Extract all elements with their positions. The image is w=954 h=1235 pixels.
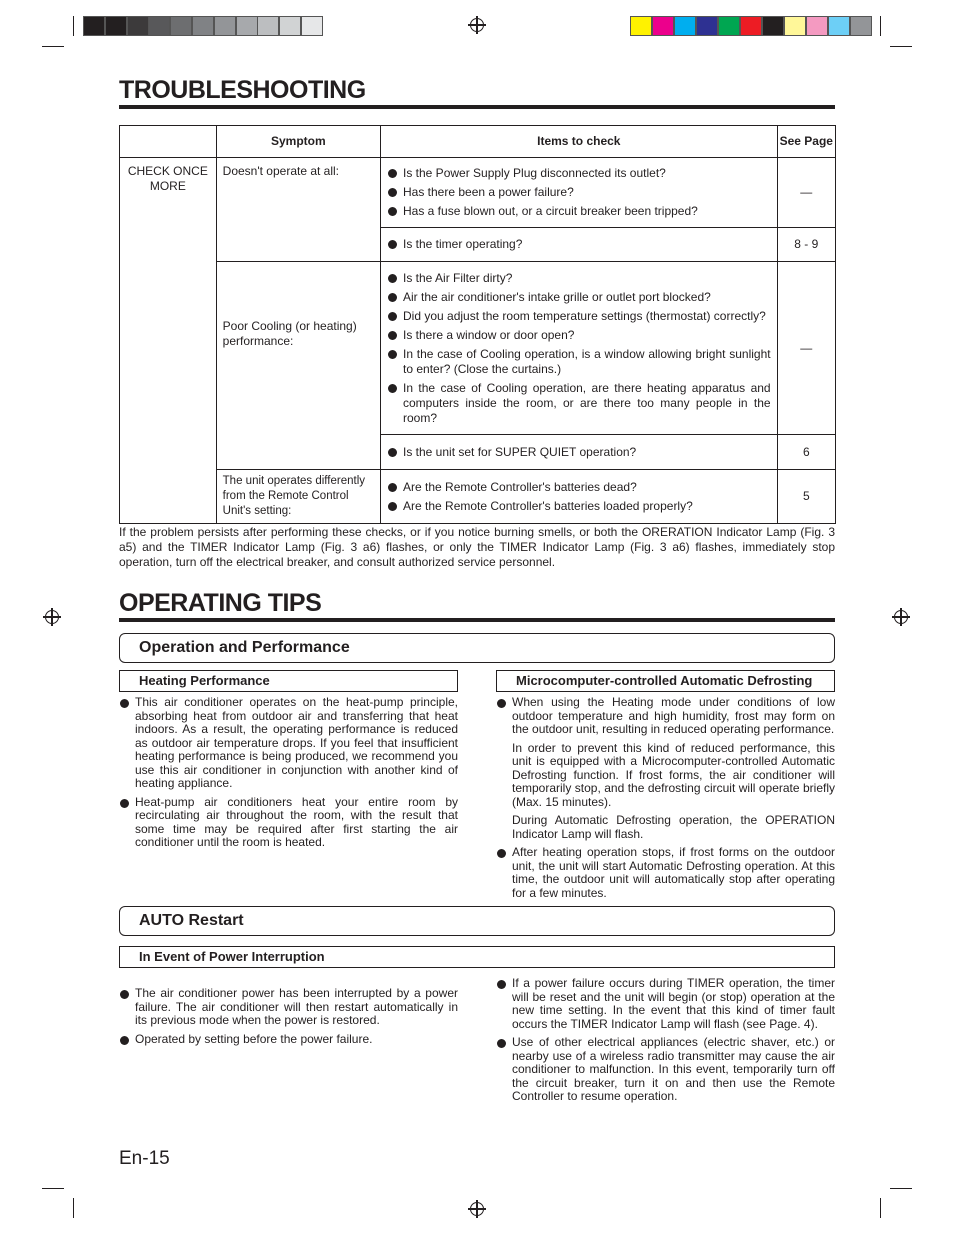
symptom-cell: Poor Cooling (or heating) performance: xyxy=(215,261,382,470)
gray-swatch xyxy=(192,16,214,36)
registration-mark-icon xyxy=(468,1200,486,1218)
table-row: The unit operates differently from the R… xyxy=(120,469,837,524)
check-item: In the case of Cooling operation, are th… xyxy=(387,381,771,426)
check-item: Are the Remote Controller's batteries de… xyxy=(387,480,771,495)
crop-mark xyxy=(42,1188,64,1189)
items-cell: Is the Power Supply Plug disconnected it… xyxy=(380,157,778,228)
list-item: Use of other electrical appliances (elec… xyxy=(496,1035,835,1104)
see-page-cell: — xyxy=(776,261,837,435)
section-auto-restart: AUTO Restart xyxy=(119,906,835,936)
list-item: The air conditioner power has been inter… xyxy=(119,986,458,1028)
color-swatch xyxy=(696,16,718,36)
paragraph: In order to prevent this kind of reduced… xyxy=(512,740,835,809)
crop-mark xyxy=(42,46,64,47)
crop-mark xyxy=(890,46,912,47)
gray-swatch xyxy=(213,16,236,36)
crop-mark xyxy=(880,1198,881,1218)
list-item: Operated by setting before the power fai… xyxy=(119,1032,458,1047)
section-operation-performance: Operation and Performance xyxy=(119,633,835,663)
color-swatch xyxy=(762,16,784,36)
troubleshooting-note: If the problem persists after performing… xyxy=(119,525,835,569)
color-swatch xyxy=(806,16,828,36)
registration-mark-icon xyxy=(43,608,61,626)
items-cell: Are the Remote Controller's batteries de… xyxy=(380,469,778,524)
gray-swatch xyxy=(235,16,258,36)
operating-tips-title: OPERATING TIPS xyxy=(119,588,835,622)
list-item: If a power failure occurs during TIMER o… xyxy=(496,976,835,1031)
color-swatch xyxy=(718,16,740,36)
gray-swatch xyxy=(104,16,127,36)
category-cell: CHECK ONCE MORE xyxy=(119,157,217,524)
power-interruption-right: If a power failure occurs during TIMER o… xyxy=(496,976,835,1109)
troubleshooting-table: Symptom Items to check See Page CHECK ON… xyxy=(119,125,837,524)
color-swatch xyxy=(674,16,696,36)
header-symptom: Symptom xyxy=(215,125,382,158)
see-page-cell: 8 - 9 xyxy=(776,227,837,262)
items-cell: Is the Air Filter dirty? Air the air cond… xyxy=(380,261,778,435)
paragraph: During Automatic Defrosting operation, t… xyxy=(512,813,835,841)
registration-mark-icon xyxy=(892,608,910,626)
color-swatch xyxy=(740,16,762,36)
gray-swatch xyxy=(126,16,149,36)
power-interruption-left: The air conditioner power has been inter… xyxy=(119,986,458,1051)
see-page-cell: — xyxy=(776,157,837,228)
subsection-auto-defrosting: Microcomputer-controlled Automatic Defro… xyxy=(496,670,835,692)
color-swatch xyxy=(630,16,652,36)
check-item: Is the timer operating? xyxy=(387,237,771,252)
subsection-heating-performance: Heating Performance xyxy=(119,670,458,692)
see-page-cell: 5 xyxy=(776,469,837,524)
list-item: Heat-pump air conditioners heat your ent… xyxy=(119,795,458,850)
symptom-cell: Doesn't operate at all: xyxy=(215,157,382,262)
gray-swatch xyxy=(257,16,280,36)
table-row: Poor Cooling (or heating) performance: Is… xyxy=(120,261,837,470)
list-item: This air conditioner operates on the hea… xyxy=(119,695,458,791)
check-item: Has a fuse blown out, or a circuit break… xyxy=(387,204,771,219)
crop-mark xyxy=(880,16,881,36)
color-swatch xyxy=(784,16,806,36)
troubleshooting-title: TROUBLESHOOTING xyxy=(119,75,835,109)
symptom-cell: The unit operates differently from the R… xyxy=(215,469,382,524)
check-item: Is the Air Filter dirty? xyxy=(387,271,771,286)
gray-swatch xyxy=(170,16,193,36)
defrosting-text: When using the Heating mode under condit… xyxy=(496,695,835,905)
check-item: Is the Power Supply Plug disconnected it… xyxy=(387,166,771,181)
list-item: When using the Heating mode under condit… xyxy=(496,695,835,737)
items-cell: Is the timer operating? xyxy=(380,227,778,262)
check-item: In the case of Cooling operation, is a w… xyxy=(387,347,771,377)
header-blank xyxy=(119,125,217,158)
see-page-cell: 6 xyxy=(776,434,837,470)
gray-swatch xyxy=(83,16,105,36)
gray-swatch xyxy=(279,16,302,36)
subsection-power-interruption: In Event of Power Interruption xyxy=(119,946,835,968)
gray-swatch xyxy=(148,16,171,36)
check-item: Is there a window or door open? xyxy=(387,328,771,343)
check-item: Are the Remote Controller's batteries lo… xyxy=(387,499,771,514)
color-swatch xyxy=(850,16,872,36)
check-item: Air the air conditioner's intake grille … xyxy=(387,290,771,305)
items-cell: Is the unit set for SUPER QUIET operatio… xyxy=(380,434,778,470)
color-swatch xyxy=(652,16,674,36)
check-item: Did you adjust the room temperature sett… xyxy=(387,309,771,324)
heating-performance-text: This air conditioner operates on the hea… xyxy=(119,695,458,855)
header-see-page: See Page xyxy=(776,125,837,158)
crop-mark xyxy=(890,1188,912,1189)
table-row: CHECK ONCE MORE Doesn't operate at all: Is… xyxy=(119,157,837,524)
crop-mark xyxy=(73,1198,74,1218)
list-item: After heating operation stops, if frost … xyxy=(496,845,835,900)
check-item: Is the unit set for SUPER QUIET operatio… xyxy=(387,445,771,460)
color-swatch xyxy=(828,16,850,36)
header-items: Items to check xyxy=(380,125,778,158)
crop-mark xyxy=(73,16,74,36)
registration-mark-icon xyxy=(468,16,486,34)
check-item: Has there been a power failure? xyxy=(387,185,771,200)
page-number: En-15 xyxy=(119,1148,170,1169)
gray-swatch xyxy=(301,16,323,36)
